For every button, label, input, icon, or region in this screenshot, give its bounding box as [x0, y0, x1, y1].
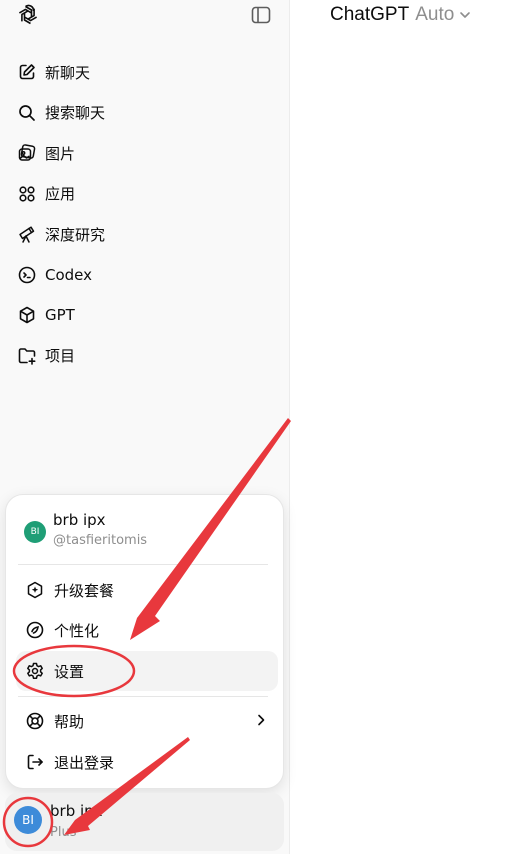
images-icon [16, 142, 38, 164]
sidebar-item-gpt[interactable]: GPT [0, 295, 290, 336]
model-selector[interactable]: ChatGPT Auto [330, 4, 472, 26]
codex-icon [16, 264, 38, 286]
sidebar-item-search-chats[interactable]: 搜索聊天 [0, 93, 290, 134]
sidebar-nav: 新聊天 搜索聊天 图片 应用 深度研究 Codex GPT 项目 [0, 52, 290, 376]
account-name: brb ipx [53, 511, 106, 529]
user-name: brb ipx [50, 802, 103, 820]
menu-item-help[interactable]: 帮助 [16, 701, 278, 741]
chevron-down-icon [460, 12, 471, 18]
menu-divider [18, 564, 268, 565]
apps-icon [16, 183, 38, 205]
cube-icon [16, 304, 38, 326]
menu-divider [18, 696, 268, 697]
account-button[interactable]: BI brb ipx Plus [5, 793, 284, 851]
menu-item-personalize[interactable]: 个性化 [16, 610, 278, 650]
menu-item-label: 帮助 [54, 712, 85, 731]
account-handle: @tasfieritomis [53, 533, 148, 548]
sidebar-item-label: GPT [45, 306, 75, 325]
sidebar-item-images[interactable]: 图片 [0, 133, 290, 174]
sidebar-item-label: 新聊天 [45, 63, 91, 82]
help-icon [24, 710, 46, 732]
sidebar-item-apps[interactable]: 应用 [0, 174, 290, 215]
model-name: ChatGPT [330, 4, 410, 25]
sidebar-item-label: Codex [45, 265, 93, 284]
sidebar-item-label: 图片 [45, 144, 76, 163]
avatar: BI [24, 521, 46, 543]
sidebar-item-deep-research[interactable]: 深度研究 [0, 214, 290, 255]
chevron-right-icon [258, 714, 265, 726]
openai-logo-icon[interactable] [16, 3, 40, 27]
search-icon [16, 102, 38, 124]
personalize-icon [24, 619, 46, 641]
logout-icon [24, 751, 46, 773]
sidebar-item-projects[interactable]: 项目 [0, 336, 290, 377]
menu-item-settings[interactable]: 设置 [16, 651, 278, 691]
upgrade-icon [24, 579, 46, 601]
model-variant: Auto [415, 4, 455, 25]
menu-item-logout[interactable]: 退出登录 [16, 742, 278, 782]
sidebar-item-label: 项目 [45, 347, 76, 366]
sidebar-item-label: 应用 [45, 185, 76, 204]
new-chat-icon [16, 61, 38, 83]
telescope-icon [16, 223, 38, 245]
avatar: BI [14, 806, 42, 834]
menu-item-label: 设置 [54, 662, 85, 681]
app-window: 新聊天 搜索聊天 图片 应用 深度研究 Codex GPT 项目 ChatGPT… [0, 0, 517, 854]
sidebar-item-new-chat[interactable]: 新聊天 [0, 52, 290, 93]
sidebar-toggle-icon[interactable] [250, 4, 272, 26]
user-plan: Plus [50, 825, 77, 840]
sidebar-item-label: 深度研究 [45, 225, 106, 244]
sidebar-item-codex[interactable]: Codex [0, 255, 290, 296]
menu-item-label: 升级套餐 [54, 581, 115, 600]
sidebar-item-label: 搜索聊天 [45, 104, 106, 123]
menu-item-upgrade[interactable]: 升级套餐 [16, 570, 278, 610]
menu-item-label: 个性化 [54, 621, 100, 640]
account-menu: BI brb ipx @tasfieritomis 升级套餐 个性化 设置 帮助… [5, 494, 284, 789]
account-header[interactable]: BI brb ipx @tasfieritomis [6, 495, 283, 555]
folder-plus-icon [16, 345, 38, 367]
menu-item-label: 退出登录 [54, 753, 115, 772]
gear-icon [24, 660, 46, 682]
